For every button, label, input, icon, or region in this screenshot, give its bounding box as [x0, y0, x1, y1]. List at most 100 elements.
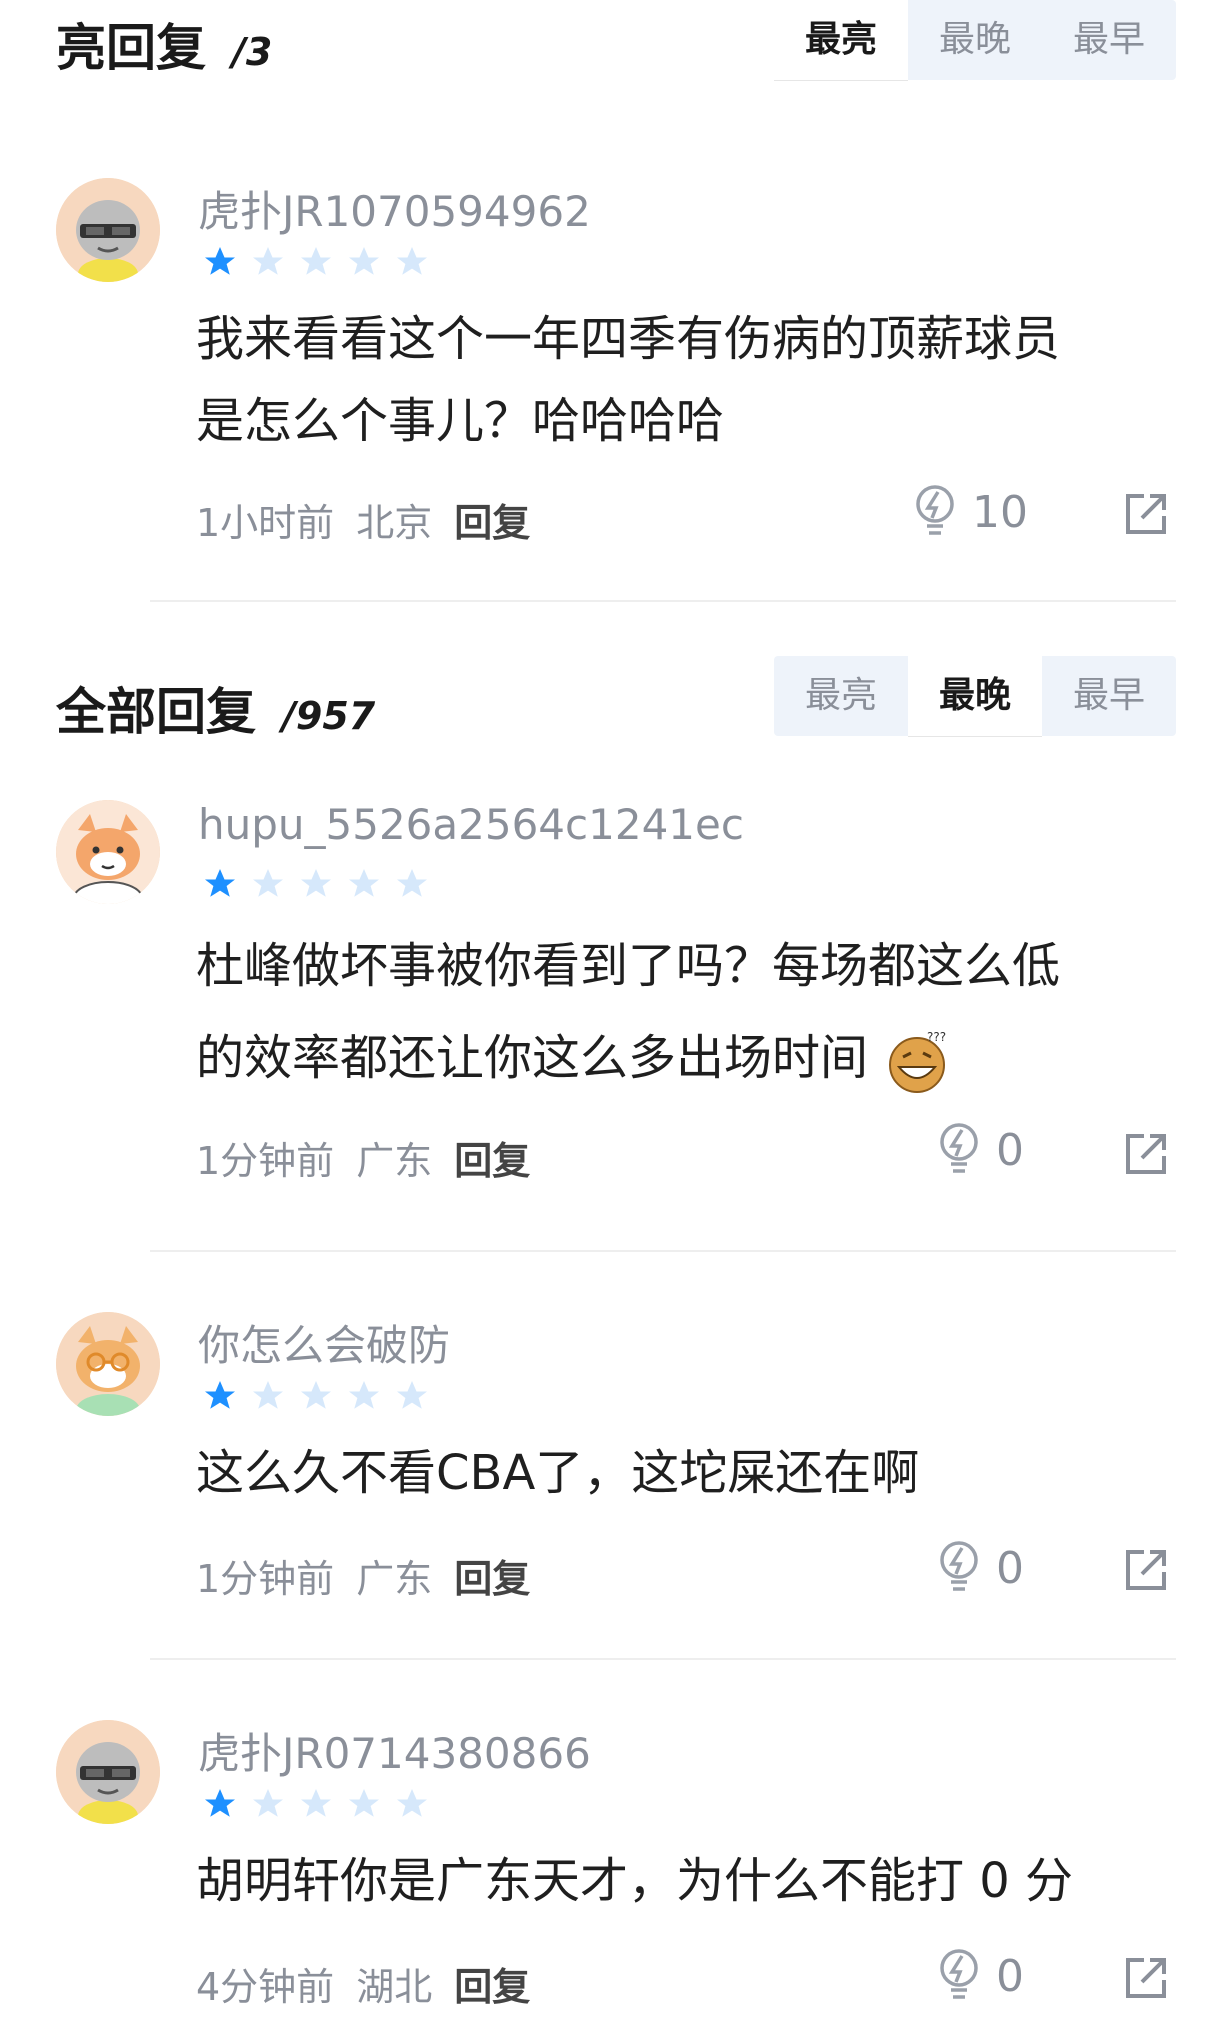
comment-location: 北京: [356, 501, 433, 545]
avatar[interactable]: [56, 1720, 160, 1824]
star-empty-icon: [397, 1789, 427, 1817]
comment-text[interactable]: 我来看看这个一年四季有伤病的顶薪球员 是怎么个事儿？哈哈哈哈: [196, 298, 1186, 462]
bright-replies-header: 亮回复/3 最亮 最晚 最早: [0, 0, 1228, 96]
tab-latest[interactable]: 最晚: [908, 0, 1042, 80]
comment-page: 亮回复/3 最亮 最晚 最早 虎扑JR1070594962 我来看看这个一年四季…: [0, 0, 1228, 2037]
comment-meta: 1分钟前 广东 回复: [196, 1130, 552, 1185]
reply-button[interactable]: 回复: [454, 1139, 530, 1183]
comment-meta: 1小时前 北京 回复: [196, 492, 552, 547]
star-empty-icon: [301, 1381, 331, 1409]
light-count: 10: [972, 486, 1028, 538]
star-empty-icon: [253, 869, 283, 897]
lightbulb-icon: [916, 485, 954, 535]
avatar[interactable]: [56, 1312, 160, 1416]
light-button[interactable]: 0: [936, 1540, 1024, 1596]
bright-replies-count: /3: [232, 30, 273, 74]
comment-location: 广东: [356, 1557, 433, 1601]
tab-earliest[interactable]: 最早: [1042, 656, 1176, 736]
section-title-text: 亮回复: [56, 19, 206, 77]
share-icon[interactable]: [1122, 1954, 1170, 2002]
all-replies-header: 全部回复/957 最亮 最晚 最早: [0, 656, 1228, 752]
bright-sort-tabs: 最亮 最晚 最早: [774, 0, 1176, 80]
reply-button[interactable]: 回复: [454, 1557, 530, 1601]
light-button[interactable]: 0: [936, 1948, 1024, 2004]
comment-line: 杜峰做坏事被你看到了吗？每场都这么低: [196, 938, 1061, 994]
rating-stars: [202, 1378, 430, 1414]
comment-time: 1分钟前: [196, 1139, 335, 1183]
comment-item: 虎扑JR0714380866 胡明轩你是广东天才，为什么不能打 0 分 4分钟前…: [0, 1720, 1228, 2037]
comment-meta: 1分钟前 广东 回复: [196, 1548, 552, 1603]
star-empty-icon: [301, 869, 331, 897]
comment-meta: 4分钟前 湖北 回复: [196, 1956, 552, 2011]
star-filled-icon: [205, 247, 235, 275]
comment-line: 胡明轩你是广东天才，为什么不能打 0 分: [196, 1853, 1074, 1909]
username[interactable]: 你怎么会破防: [198, 1312, 450, 1373]
light-button[interactable]: 0: [936, 1122, 1024, 1178]
rating-stars: [202, 1786, 430, 1822]
avatar[interactable]: [56, 800, 160, 904]
comment-text[interactable]: 胡明轩你是广东天才，为什么不能打 0 分: [196, 1840, 1186, 1922]
star-empty-icon: [253, 1789, 283, 1817]
star-empty-icon: [349, 869, 379, 897]
star-empty-icon: [397, 247, 427, 275]
star-filled-icon: [205, 1381, 235, 1409]
comment-time: 4分钟前: [196, 1965, 335, 2009]
comment-text[interactable]: 这么久不看CBA了，这坨屎还在啊: [196, 1432, 1186, 1514]
rating-stars: [202, 244, 430, 280]
comment-item: 虎扑JR1070594962 我来看看这个一年四季有伤病的顶薪球员 是怎么个事儿…: [0, 178, 1228, 598]
reply-button[interactable]: 回复: [454, 1965, 530, 2009]
username[interactable]: 虎扑JR1070594962: [198, 178, 591, 239]
comment-item: 你怎么会破防 这么久不看CBA了，这坨屎还在啊 1分钟前 广东 回复 0: [0, 1312, 1228, 1662]
lightbulb-icon: [940, 1123, 978, 1173]
star-empty-icon: [301, 247, 331, 275]
divider: [150, 1250, 1176, 1252]
lightbulb-icon: [940, 1949, 978, 1999]
comment-line: 我来看看这个一年四季有伤病的顶薪球员: [196, 311, 1061, 367]
share-icon[interactable]: [1122, 1546, 1170, 1594]
share-icon[interactable]: [1122, 490, 1170, 538]
svg-text:???: ???: [927, 1030, 946, 1044]
star-empty-icon: [349, 1381, 379, 1409]
light-button[interactable]: 10: [912, 484, 1028, 540]
star-empty-icon: [253, 247, 283, 275]
comment-line-text: 的效率都还让你这么多出场时间: [196, 1030, 869, 1086]
laughing-grin-emoji-icon: ???: [889, 1030, 946, 1093]
divider: [150, 600, 1176, 602]
username[interactable]: hupu_5526a2564c1241ec: [198, 800, 744, 849]
star-empty-icon: [253, 1381, 283, 1409]
comment-location: 湖北: [356, 1965, 433, 2009]
comment-text[interactable]: 杜峰做坏事被你看到了吗？每场都这么低 的效率都还让你这么多出场时间 ???: [196, 920, 1186, 1104]
comment-line: 是怎么个事儿？哈哈哈哈: [196, 393, 725, 449]
avatar[interactable]: [56, 178, 160, 282]
star-empty-icon: [397, 869, 427, 897]
all-replies-title: 全部回复/957: [56, 672, 375, 744]
comment-time: 1分钟前: [196, 1557, 335, 1601]
rating-stars: [202, 866, 430, 902]
reply-button[interactable]: 回复: [454, 501, 530, 545]
tab-earliest[interactable]: 最早: [1042, 0, 1176, 80]
comment-line: 的效率都还让你这么多出场时间 ???: [196, 1012, 1186, 1104]
lightbulb-icon: [940, 1541, 978, 1591]
star-empty-icon: [397, 1381, 427, 1409]
light-count: 0: [996, 1542, 1024, 1594]
username[interactable]: 虎扑JR0714380866: [198, 1720, 591, 1781]
tab-brightest[interactable]: 最亮: [774, 656, 908, 736]
divider: [150, 1658, 1176, 1660]
star-empty-icon: [349, 247, 379, 275]
comment-location: 广东: [356, 1139, 433, 1183]
light-count: 0: [996, 1950, 1024, 2002]
tab-latest[interactable]: 最晚: [908, 656, 1042, 736]
share-icon[interactable]: [1122, 1130, 1170, 1178]
star-empty-icon: [349, 1789, 379, 1817]
light-count: 0: [996, 1124, 1024, 1176]
comment-line: 这么久不看CBA了，这坨屎还在啊: [196, 1445, 920, 1501]
all-sort-tabs: 最亮 最晚 最早: [774, 656, 1176, 736]
star-filled-icon: [205, 1789, 235, 1817]
comment-time: 1小时前: [196, 501, 335, 545]
tab-brightest[interactable]: 最亮: [774, 0, 908, 80]
bright-replies-title: 亮回复/3: [56, 8, 272, 80]
section-title-text: 全部回复: [56, 683, 256, 741]
comment-item: hupu_5526a2564c1241ec 杜峰做坏事被你看到了吗？每场都这么低…: [0, 800, 1228, 1230]
star-filled-icon: [205, 869, 235, 897]
all-replies-count: /957: [282, 694, 376, 738]
